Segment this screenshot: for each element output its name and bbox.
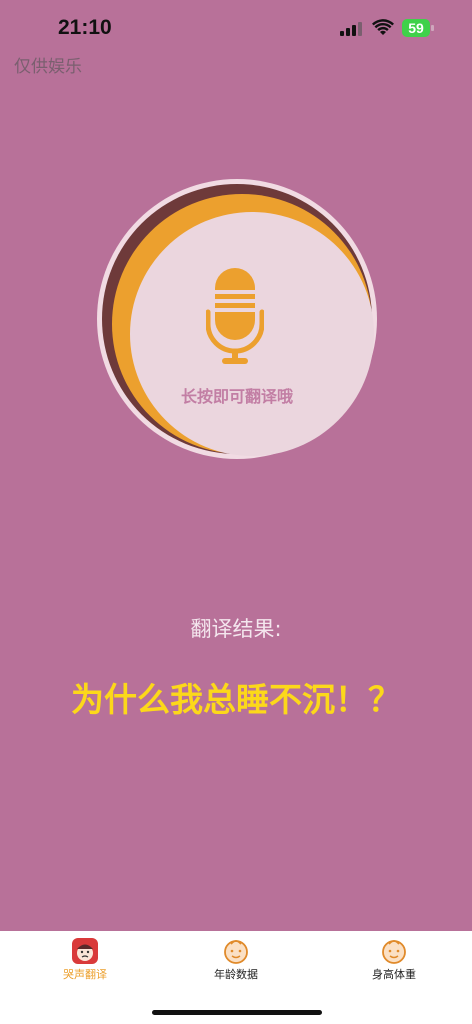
- baby-face-icon: [224, 940, 248, 964]
- cellular-signal-icon: [340, 22, 362, 36]
- baby-face-icon: [382, 940, 406, 964]
- battery-indicator: 59: [402, 19, 436, 37]
- tab-cry-translate[interactable]: 哭声翻译: [15, 931, 155, 991]
- battery-tip: [431, 25, 434, 31]
- entertainment-disclaimer: 仅供娱乐: [14, 57, 82, 77]
- tab-height-weight[interactable]: 身高体重: [324, 931, 464, 991]
- microphone-icon: [206, 268, 264, 364]
- wifi-icon: [372, 19, 394, 35]
- crying-baby-icon: [72, 938, 98, 964]
- status-time: 21:10: [58, 16, 112, 39]
- result-label: 翻译结果:: [190, 617, 282, 641]
- record-hint: 长按即可翻译哦: [180, 387, 293, 406]
- battery-level: 59: [402, 19, 430, 37]
- tab-label: 哭声翻译: [63, 968, 107, 981]
- result-text: 为什么我总睡不沉！？: [71, 680, 401, 719]
- tab-label: 年龄数据: [214, 968, 258, 981]
- tab-age-data[interactable]: 年龄数据: [166, 931, 306, 991]
- status-bar: 21:10 59: [0, 0, 472, 52]
- tab-label: 身高体重: [372, 968, 416, 981]
- record-button[interactable]: 长按即可翻译哦: [97, 179, 377, 459]
- tab-bar: 哭声翻译 年龄数据 身高体重: [0, 931, 472, 1024]
- home-indicator: [152, 1010, 322, 1015]
